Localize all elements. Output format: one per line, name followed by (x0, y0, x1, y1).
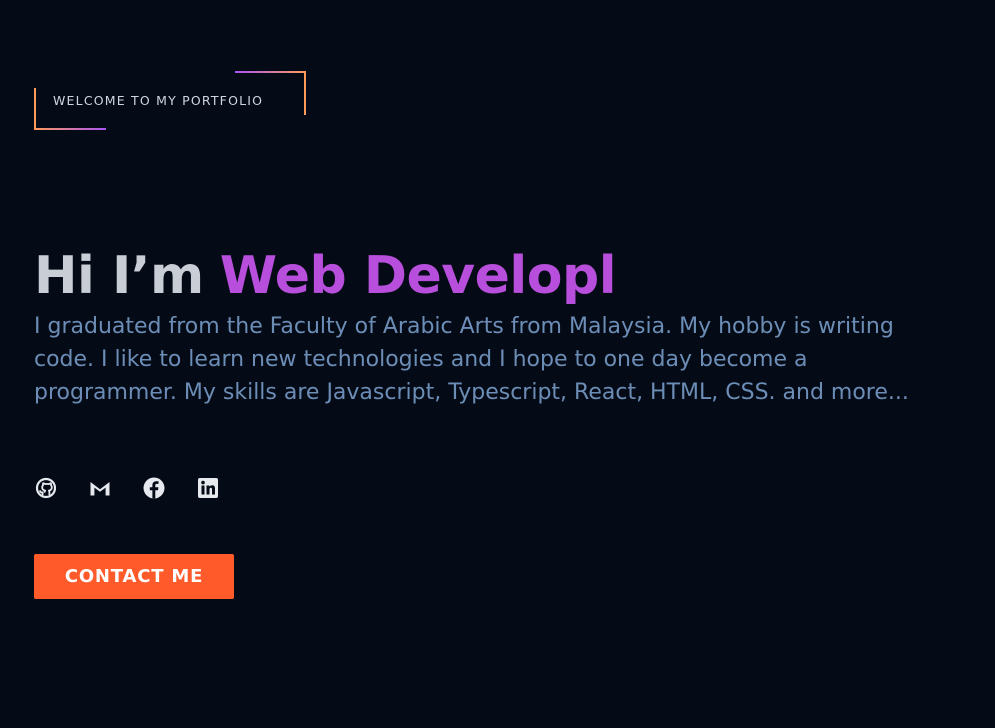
contact-me-button[interactable]: CONTACT ME (34, 554, 234, 599)
hero-section: WELCOME TO MY PORTFOLIO Hi I’m Web Develo… (34, 0, 934, 728)
hero-description: I graduated from the Faculty of Arabic A… (34, 314, 909, 405)
welcome-badge: WELCOME TO MY PORTFOLIO (34, 71, 306, 130)
gmail-icon (90, 482, 110, 496)
github-icon (35, 477, 57, 499)
gmail-link[interactable] (88, 476, 112, 500)
hero-headline: Hi I’m Web Developl (34, 241, 617, 311)
linkedin-link[interactable] (196, 476, 220, 500)
github-link[interactable] (34, 476, 58, 500)
social-links (34, 476, 220, 500)
facebook-link[interactable] (142, 476, 166, 500)
linkedin-icon (198, 478, 218, 498)
greeting-text: Hi I’m (34, 245, 204, 306)
welcome-badge-text: WELCOME TO MY PORTFOLIO (53, 93, 264, 108)
typed-role-text: Web Developl (219, 245, 617, 306)
facebook-icon (143, 477, 165, 499)
